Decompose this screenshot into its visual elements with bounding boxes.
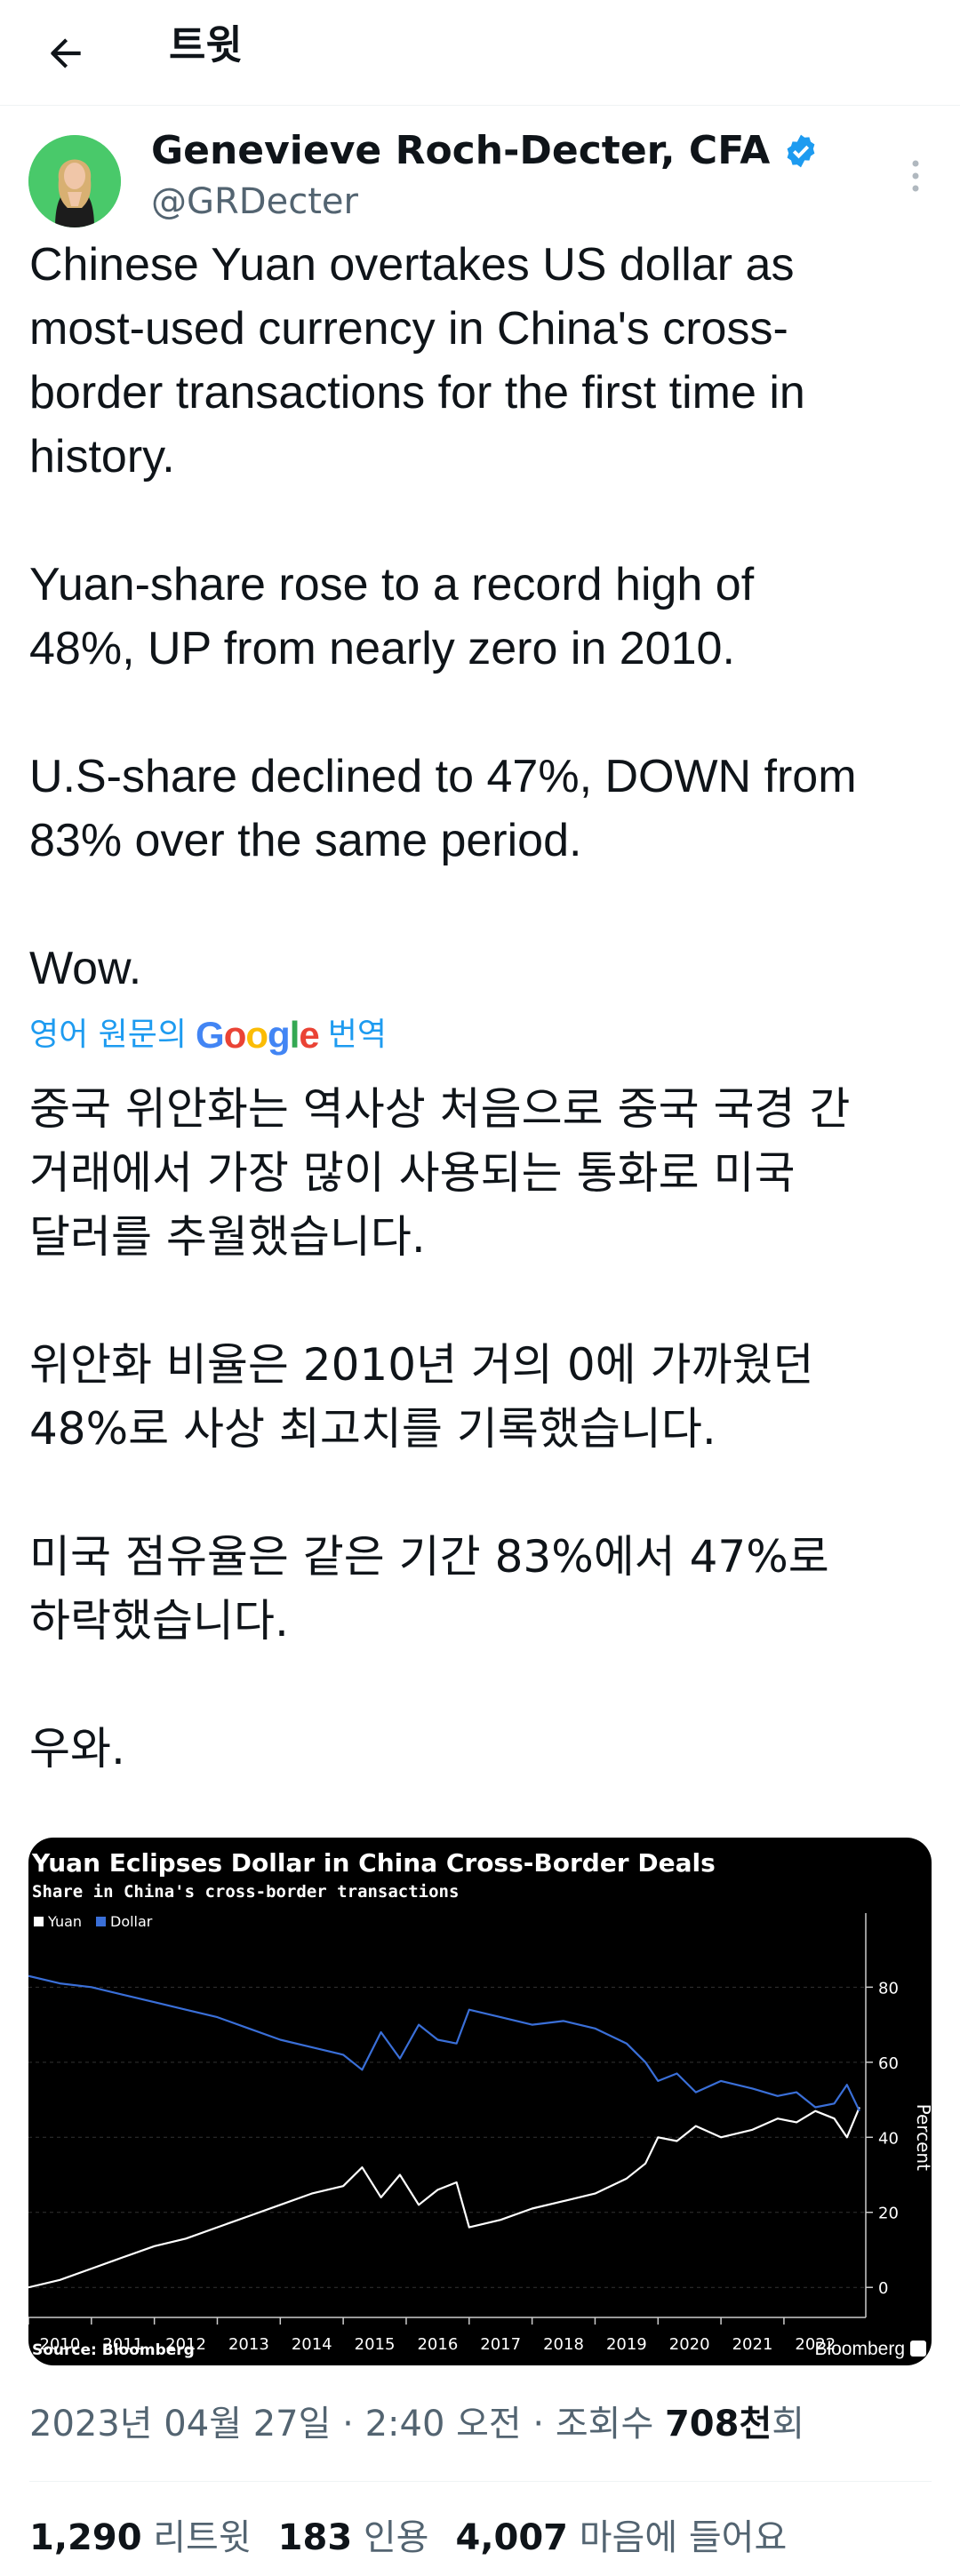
quote-label: 인용: [363, 2517, 429, 2558]
like-stat[interactable]: 4,007 마음에 들어요: [455, 2511, 787, 2564]
y-tick-label: 40: [878, 2129, 899, 2148]
author-name[interactable]: Genevieve Roch-Decter, CFA: [151, 124, 770, 178]
avatar[interactable]: [28, 135, 121, 227]
tweet-media-chart[interactable]: Yuan Eclipses Dollar in China Cross-Bord…: [28, 1838, 932, 2365]
x-tick-label: 2021: [732, 2335, 773, 2354]
y-tick-label: 0: [878, 2279, 888, 2298]
tweet-text: Chinese Yuan overtakes US dollar as most…: [29, 239, 857, 994]
more-options-button[interactable]: [889, 149, 942, 203]
translation-suffix: 번역: [327, 1017, 387, 1053]
x-tick-label: 2013: [228, 2335, 269, 2354]
y-tick-label: 60: [878, 2054, 899, 2073]
legend-swatch-dollar: [96, 1917, 106, 1926]
avatar-image: [28, 135, 121, 227]
y-tick-label: 20: [878, 2205, 899, 2223]
x-tick-label: 2015: [355, 2335, 396, 2354]
chart-brand: Bloomberg: [814, 2339, 905, 2359]
chart-source: Source: Bloomberg: [32, 2341, 195, 2359]
quote-stat[interactable]: 183 인용: [278, 2511, 429, 2564]
y-tick-label: 80: [878, 1979, 899, 1998]
verified-badge-icon: [787, 134, 815, 168]
divider: [29, 2481, 932, 2482]
back-button[interactable]: [30, 18, 101, 89]
bloomberg-logo-icon: [910, 2341, 926, 2357]
x-tick-label: 2020: [669, 2335, 710, 2354]
google-logo: Google: [196, 1014, 320, 1056]
view-suffix: 회: [772, 2404, 805, 2444]
translation-attribution[interactable]: 영어 원문의 Google 번역: [29, 1013, 387, 1057]
x-tick-label: 2019: [606, 2335, 647, 2354]
series-line-dollar: [28, 1974, 860, 2112]
x-tick-label: 2014: [292, 2335, 332, 2354]
retweet-count: 1,290: [29, 2517, 142, 2558]
translated-tweet-text: 중국 위안화는 역사상 처음으로 중국 국경 간 거래에서 가장 많이 사용되는…: [29, 1083, 851, 1774]
arrow-left-icon: [51, 38, 81, 68]
legend-label-yuan: Yuan: [47, 1913, 82, 1930]
author-name-row[interactable]: Genevieve Roch-Decter, CFA: [151, 124, 820, 178]
legend-label-dollar: Dollar: [110, 1913, 153, 1930]
top-bar: 트윗: [0, 0, 960, 106]
x-tick-label: 2017: [480, 2335, 521, 2354]
retweet-stat[interactable]: 1,290 리트윗: [29, 2511, 252, 2564]
chart-canvas: 0204060802010 2011 2012 2013 2014 2015 2016 201…: [28, 1913, 932, 2359]
retweet-label: 리트윗: [153, 2517, 252, 2558]
y-axis-label: Percent: [913, 2104, 932, 2171]
like-label: 마음에 들어요: [579, 2517, 788, 2558]
author-handle[interactable]: @GRDecter: [151, 178, 358, 226]
x-tick-label: 2016: [417, 2335, 458, 2354]
x-tick-label: 2018: [543, 2335, 584, 2354]
series-line-yuan: [28, 2107, 860, 2289]
like-count: 4,007: [455, 2517, 569, 2558]
quote-count: 183: [277, 2517, 353, 2558]
legend-swatch-yuan: [34, 1917, 44, 1926]
page-title: 트윗: [169, 21, 243, 68]
tweet-timestamp-views[interactable]: 2023년 04월 27일 · 2:40 오전 · 조회수 708천회: [29, 2397, 804, 2451]
engagement-stats: 1,290 리트윗 183 인용 4,007 마음에 들어요: [29, 2511, 813, 2564]
more-vertical-icon: [912, 160, 919, 192]
view-count: 708천: [664, 2404, 772, 2444]
translation-prefix: 영어 원문의: [29, 1017, 188, 1053]
tweet-datetime: 2023년 04월 27일 · 2:40 오전 · 조회수: [29, 2404, 665, 2444]
